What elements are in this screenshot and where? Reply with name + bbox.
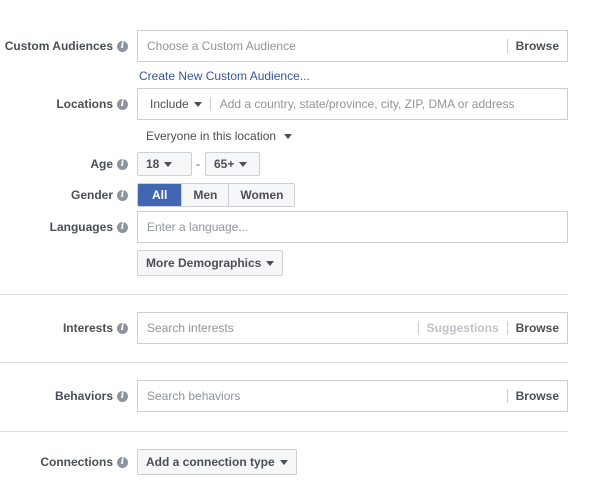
section-divider <box>0 362 568 363</box>
behaviors-placeholder: Search behaviors <box>147 389 241 403</box>
behaviors-browse-button[interactable]: Browse <box>508 389 567 403</box>
custom-audience-placeholder: Choose a Custom Audience <box>147 39 296 53</box>
include-dropdown[interactable]: Include <box>138 97 210 111</box>
interests-browse-button[interactable]: Browse <box>508 321 567 335</box>
connections-row: Connections i Add a connection type <box>0 449 600 475</box>
chevron-down-icon <box>239 161 248 167</box>
info-icon[interactable]: i <box>117 390 128 402</box>
gender-women-button[interactable]: Women <box>229 184 295 206</box>
interests-label: Interests i <box>63 321 128 335</box>
custom-audience-browse-button[interactable]: Browse <box>508 39 567 53</box>
age-range-dash: - <box>196 157 200 171</box>
age-label-text: Age <box>90 157 113 171</box>
more-demographics-button[interactable]: More Demographics <box>137 250 284 276</box>
age-label: Age i <box>90 157 128 171</box>
add-connection-type-label: Add a connection type <box>146 455 275 469</box>
interests-placeholder: Search interests <box>147 321 234 335</box>
connections-label-text: Connections <box>40 455 113 469</box>
gender-label-text: Gender <box>70 188 113 202</box>
info-icon[interactable]: i <box>117 158 128 170</box>
location-scope-dropdown[interactable]: Everyone in this location <box>146 129 293 143</box>
connections-label: Connections i <box>40 455 128 469</box>
languages-row: Languages i Enter a language... <box>0 211 600 243</box>
gender-label: Gender i <box>71 188 128 202</box>
locations-label-text: Locations <box>56 97 113 111</box>
create-custom-audience-link[interactable]: Create New Custom Audience... <box>139 69 310 83</box>
section-divider <box>0 294 568 295</box>
interests-row: Interests i Search interests Suggestions… <box>0 312 600 344</box>
languages-label: Languages i <box>50 220 128 234</box>
language-input[interactable]: Enter a language... <box>137 211 568 243</box>
custom-audiences-row: Custom Audiences i Choose a Custom Audie… <box>0 30 600 62</box>
age-row: Age i 18 - 65+ <box>0 152 600 176</box>
chevron-down-icon <box>284 134 293 140</box>
location-scope-label: Everyone in this location <box>146 129 277 143</box>
gender-all-button[interactable]: All <box>138 184 183 206</box>
interests-input[interactable]: Search interests Suggestions Browse <box>137 312 568 344</box>
behaviors-label: Behaviors i <box>55 389 128 403</box>
info-icon[interactable]: i <box>117 221 128 233</box>
locations-input[interactable]: Include Add a country, state/province, c… <box>137 88 568 120</box>
languages-label-text: Languages <box>49 220 113 234</box>
include-dropdown-label: Include <box>150 97 189 111</box>
info-icon[interactable]: i <box>117 40 128 52</box>
more-demographics-label: More Demographics <box>146 256 262 270</box>
interests-suggestions-button[interactable]: Suggestions <box>419 321 507 335</box>
interests-label-text: Interests <box>62 321 113 335</box>
section-divider <box>0 431 568 432</box>
custom-audiences-label-text: Custom Audiences <box>4 39 113 53</box>
age-min-value: 18 <box>146 157 160 171</box>
behaviors-input[interactable]: Search behaviors Browse <box>137 380 568 412</box>
chevron-down-icon <box>279 459 288 465</box>
locations-row: Locations i Include Add a country, state… <box>0 88 600 120</box>
gender-men-button[interactable]: Men <box>182 184 230 206</box>
chevron-down-icon <box>266 260 275 266</box>
info-icon[interactable]: i <box>117 456 128 468</box>
behaviors-row: Behaviors i Search behaviors Browse <box>0 380 600 412</box>
behaviors-label-text: Behaviors <box>54 389 113 403</box>
gender-segmented-control: All Men Women <box>137 183 296 207</box>
info-icon[interactable]: i <box>117 322 128 334</box>
info-icon[interactable]: i <box>117 189 128 201</box>
age-max-value: 65+ <box>214 157 235 171</box>
info-icon[interactable]: i <box>117 98 128 110</box>
locations-label: Locations i <box>56 97 128 111</box>
chevron-down-icon <box>193 101 202 107</box>
age-min-dropdown[interactable]: 18 <box>137 152 192 176</box>
add-connection-type-button[interactable]: Add a connection type <box>137 449 297 475</box>
gender-row: Gender i All Men Women <box>0 183 600 207</box>
language-placeholder: Enter a language... <box>147 220 249 234</box>
locations-placeholder: Add a country, state/province, city, ZIP… <box>219 97 515 111</box>
chevron-down-icon <box>164 161 173 167</box>
custom-audience-input[interactable]: Choose a Custom Audience Browse <box>137 30 568 62</box>
age-max-dropdown[interactable]: 65+ <box>205 152 260 176</box>
custom-audiences-label: Custom Audiences i <box>5 39 128 53</box>
